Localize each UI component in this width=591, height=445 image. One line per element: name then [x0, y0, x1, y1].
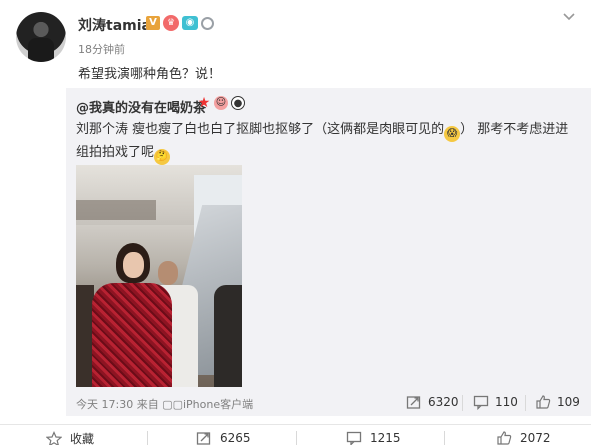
repost-photo[interactable]	[76, 165, 242, 387]
repost-comment-button[interactable]: 110	[473, 394, 518, 410]
like-count: 2072	[520, 431, 551, 445]
favorite-label: 收藏	[70, 432, 95, 445]
comment-button[interactable]: 1215	[346, 430, 401, 445]
post-author-name[interactable]: 刘涛tamia	[78, 15, 151, 35]
thumbs-up-icon	[536, 395, 551, 409]
favorite-button[interactable]: 收藏	[46, 430, 94, 445]
repost-card: @我真的没有在喝奶茶 ★ ☺ ● 刘那个涛 瘦也瘦了白也白了抠脚也抠够了（这俩都…	[66, 88, 591, 416]
thinking-emoji-icon: 🤔	[154, 149, 171, 165]
forward-count: 6265	[220, 431, 251, 445]
thumbs-up-icon	[497, 431, 512, 445]
repost-author-badges: ★ ☺ ●	[197, 96, 245, 110]
verified-v-icon[interactable]: V	[146, 16, 160, 30]
camera-icon[interactable]: ◉	[182, 16, 198, 30]
repost-like-count: 109	[557, 395, 580, 409]
ring-icon[interactable]	[201, 16, 214, 30]
avatar[interactable]	[16, 12, 66, 62]
forward-icon	[406, 396, 421, 409]
post-timestamp[interactable]: 18分钟前	[78, 41, 125, 57]
forward-button[interactable]: 6265	[196, 430, 251, 445]
face-badge-icon: ☺	[214, 96, 228, 110]
footer-divider	[0, 424, 591, 425]
repost-forward-button[interactable]: 6320	[406, 394, 459, 410]
repost-author-link[interactable]: @我真的没有在喝奶茶	[76, 97, 206, 116]
author-badges: V ♛ ◉	[146, 15, 214, 31]
panda-icon: ●	[231, 96, 245, 110]
vip-icon[interactable]: ♛	[163, 15, 179, 31]
forward-icon	[196, 432, 211, 445]
comment-count: 1215	[370, 431, 401, 445]
chevron-down-icon[interactable]	[562, 10, 576, 24]
post-text: 希望我演哪种角色？说！	[78, 67, 222, 82]
star-outline-icon	[46, 430, 62, 445]
like-button[interactable]: 2072	[496, 430, 551, 445]
repost-forward-count: 6320	[428, 395, 459, 409]
star-icon: ★	[197, 95, 211, 111]
repost-text-part1: 刘那个涛 瘦也瘦了白也白了抠脚也抠够了（这俩都是肉眼可见的	[76, 122, 445, 137]
comment-icon	[473, 395, 489, 410]
surprised-emoji-icon: 😱	[444, 126, 461, 142]
repost-text: 刘那个涛 瘦也瘦了白也白了抠脚也抠够了（这俩都是肉眼可见的 😱） 那考不考虑进进组…	[76, 119, 581, 165]
comment-icon	[346, 431, 362, 445]
repost-like-button[interactable]: 109	[535, 394, 580, 410]
repost-meta: 今天 17:30 来自 ▢▢iPhone客户端	[76, 398, 254, 411]
repost-comment-count: 110	[495, 395, 518, 409]
